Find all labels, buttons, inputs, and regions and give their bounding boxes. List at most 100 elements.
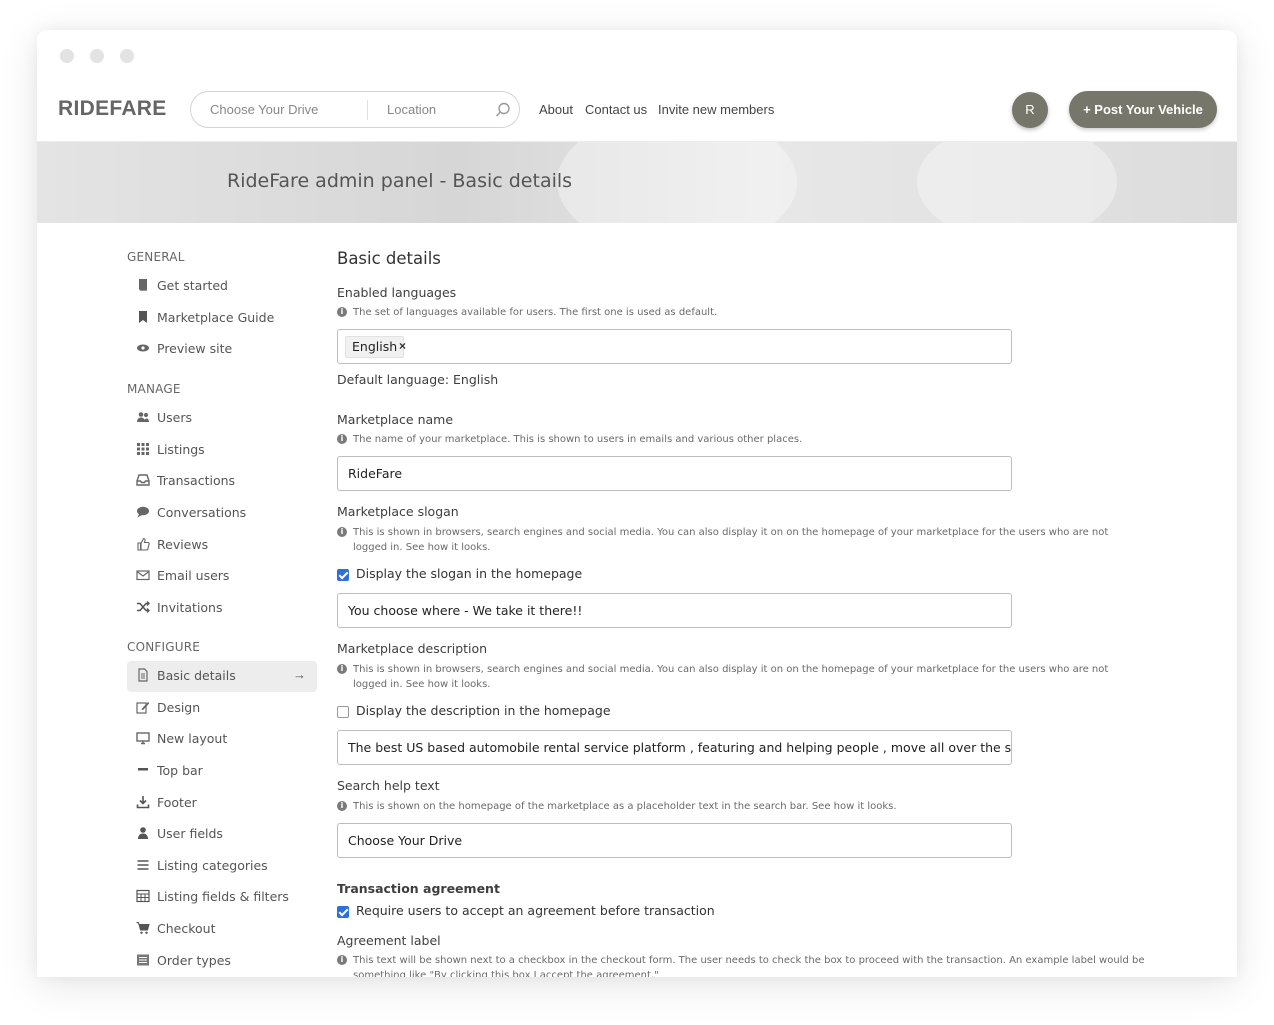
enabled-languages-label: Enabled languages: [337, 285, 457, 300]
window-maximize-dot[interactable]: [120, 49, 134, 63]
sidebar-item-listings[interactable]: Listings: [127, 435, 317, 466]
sidebar-item-new-layout[interactable]: New layout: [127, 724, 317, 755]
sidebar-item-label: Conversations: [157, 505, 247, 520]
sidebar-item-label: Listings: [157, 442, 205, 457]
description-homepage-checkbox-label[interactable]: Display the description in the homepage: [356, 703, 611, 718]
window-close-dot[interactable]: [60, 49, 74, 63]
enabled-languages-help: i The set of languages available for use…: [337, 305, 1137, 320]
eye-icon: [136, 341, 150, 355]
help-text: This text will be shown next to a checkb…: [353, 955, 1145, 977]
sidebar-item-listing-fields[interactable]: Listing fields & filters: [127, 882, 317, 913]
search-help-text-input[interactable]: Choose Your Drive: [337, 823, 1012, 858]
sidebar-item-label: Footer: [157, 795, 197, 810]
avatar[interactable]: R: [1012, 92, 1048, 128]
slogan-homepage-checkbox[interactable]: [337, 569, 349, 581]
sidebar-item-transactions[interactable]: Transactions: [127, 466, 317, 497]
sidebar-item-label: Marketplace Guide: [157, 310, 275, 325]
sidebar-item-basic-details[interactable]: Basic details →: [127, 661, 317, 692]
help-text: The set of languages available for users…: [353, 307, 718, 318]
sidebar-heading-configure: CONFIGURE: [127, 640, 201, 654]
location-search-input[interactable]: Location: [387, 102, 436, 117]
search-icon[interactable]: [494, 101, 512, 119]
sidebar-heading-general: GENERAL: [127, 250, 185, 264]
sidebar-item-invitations[interactable]: Invitations: [127, 593, 317, 624]
slogan-homepage-checkbox-label[interactable]: Display the slogan in the homepage: [356, 566, 582, 581]
sidebar-item-footer[interactable]: Footer: [127, 788, 317, 819]
search-divider: [367, 100, 368, 120]
sidebar-item-marketplace-guide[interactable]: Marketplace Guide: [127, 303, 317, 334]
search-help-text-help: i This is shown on the homepage of the m…: [337, 799, 1137, 814]
search-bar[interactable]: Choose Your Drive Location: [190, 91, 520, 128]
post-vehicle-button[interactable]: + Post Your Vehicle: [1069, 91, 1217, 128]
page-title: RideFare admin panel - Basic details: [227, 170, 573, 192]
search-help-text-label: Search help text: [337, 778, 440, 793]
list-alt-icon: [136, 953, 150, 967]
help-text: This is shown on the homepage of the mar…: [353, 801, 897, 812]
sidebar-item-label: Email users: [157, 568, 230, 583]
sidebar-item-label: Users: [157, 410, 193, 425]
sidebar-item-users[interactable]: Users: [127, 403, 317, 434]
sidebar-item-label: Checkout: [157, 921, 216, 936]
top-navigation-bar: RIDEFARE Choose Your Drive Location Abou…: [37, 78, 1237, 142]
sidebar-item-conversations[interactable]: Conversations: [127, 498, 317, 529]
edit-icon: [136, 700, 150, 714]
sidebar-item-label: Basic details: [157, 668, 236, 683]
sidebar-item-top-bar[interactable]: Top bar: [127, 756, 317, 787]
bookmark-icon: [136, 310, 150, 324]
marketplace-slogan-help: i This is shown in browsers, search engi…: [337, 525, 1137, 555]
window-minimize-dot[interactable]: [90, 49, 104, 63]
sidebar-item-design[interactable]: Design: [127, 693, 317, 724]
nav-invite-link[interactable]: Invite new members: [658, 102, 774, 117]
marketplace-description-input[interactable]: The best US based automobile rental serv…: [337, 730, 1012, 765]
help-text: The name of your marketplace. This is sh…: [353, 434, 803, 445]
input-value: RideFare: [348, 466, 403, 481]
agreement-label-help: i This text will be shown next to a chec…: [337, 953, 1157, 977]
chat-icon: [136, 505, 150, 519]
user-icon: [136, 826, 150, 840]
nav-about-link[interactable]: About: [539, 102, 573, 117]
section-title: Basic details: [337, 249, 441, 268]
sidebar-item-listing-categories[interactable]: Listing categories: [127, 851, 317, 882]
shuffle-icon: [136, 600, 150, 614]
sidebar-item-label: Get started: [157, 278, 228, 293]
sidebar-heading-manage: MANAGE: [127, 382, 181, 396]
sidebar-item-label: Design: [157, 700, 201, 715]
input-value: You choose where - We take it there!!: [348, 603, 583, 618]
nav-contact-link[interactable]: Contact us: [585, 102, 647, 117]
table-icon: [136, 889, 150, 903]
transaction-agreement-label: Transaction agreement: [337, 881, 500, 896]
sidebar-item-get-started[interactable]: Get started: [127, 271, 317, 302]
sidebar-item-user-fields[interactable]: User fields: [127, 819, 317, 850]
info-icon: i: [337, 527, 347, 537]
description-homepage-checkbox[interactable]: [337, 706, 349, 718]
sidebar-item-preview-site[interactable]: Preview site: [127, 334, 317, 365]
download-icon: [136, 795, 150, 809]
input-value: Choose Your Drive: [348, 833, 463, 848]
cart-icon: [136, 921, 150, 935]
browser-window: RIDEFARE Choose Your Drive Location Abou…: [37, 30, 1237, 977]
monitor-icon: [136, 731, 150, 745]
sidebar-item-checkout[interactable]: Checkout: [127, 914, 317, 945]
drive-search-input[interactable]: Choose Your Drive: [210, 102, 318, 117]
marketplace-name-label: Marketplace name: [337, 412, 454, 427]
sidebar-item-order-types[interactable]: Order types: [127, 946, 317, 977]
sidebar-item-email-users[interactable]: Email users: [127, 561, 317, 592]
logo[interactable]: RIDEFARE: [58, 97, 167, 121]
page-banner: RideFare admin panel - Basic details: [37, 142, 1237, 223]
sidebar-item-reviews[interactable]: Reviews: [127, 530, 317, 561]
sidebar-item-label: Reviews: [157, 537, 209, 552]
list-icon: [136, 858, 150, 872]
marketplace-name-input[interactable]: RideFare: [337, 456, 1012, 491]
remove-tag-icon[interactable]: ×: [399, 339, 406, 353]
sidebar-item-label: Preview site: [157, 341, 233, 356]
sidebar-item-label: Order types: [157, 953, 231, 968]
grid-icon: [136, 442, 150, 456]
languages-select[interactable]: English ×: [337, 329, 1012, 364]
marketplace-slogan-input[interactable]: You choose where - We take it there!!: [337, 593, 1012, 628]
minus-icon: [136, 763, 150, 777]
agreement-label-label: Agreement label: [337, 933, 441, 948]
language-tag: English: [345, 336, 405, 358]
transaction-agreement-checkbox[interactable]: [337, 906, 349, 918]
marketplace-name-help: i The name of your marketplace. This is …: [337, 432, 1137, 447]
transaction-agreement-checkbox-label[interactable]: Require users to accept an agreement bef…: [356, 903, 715, 918]
